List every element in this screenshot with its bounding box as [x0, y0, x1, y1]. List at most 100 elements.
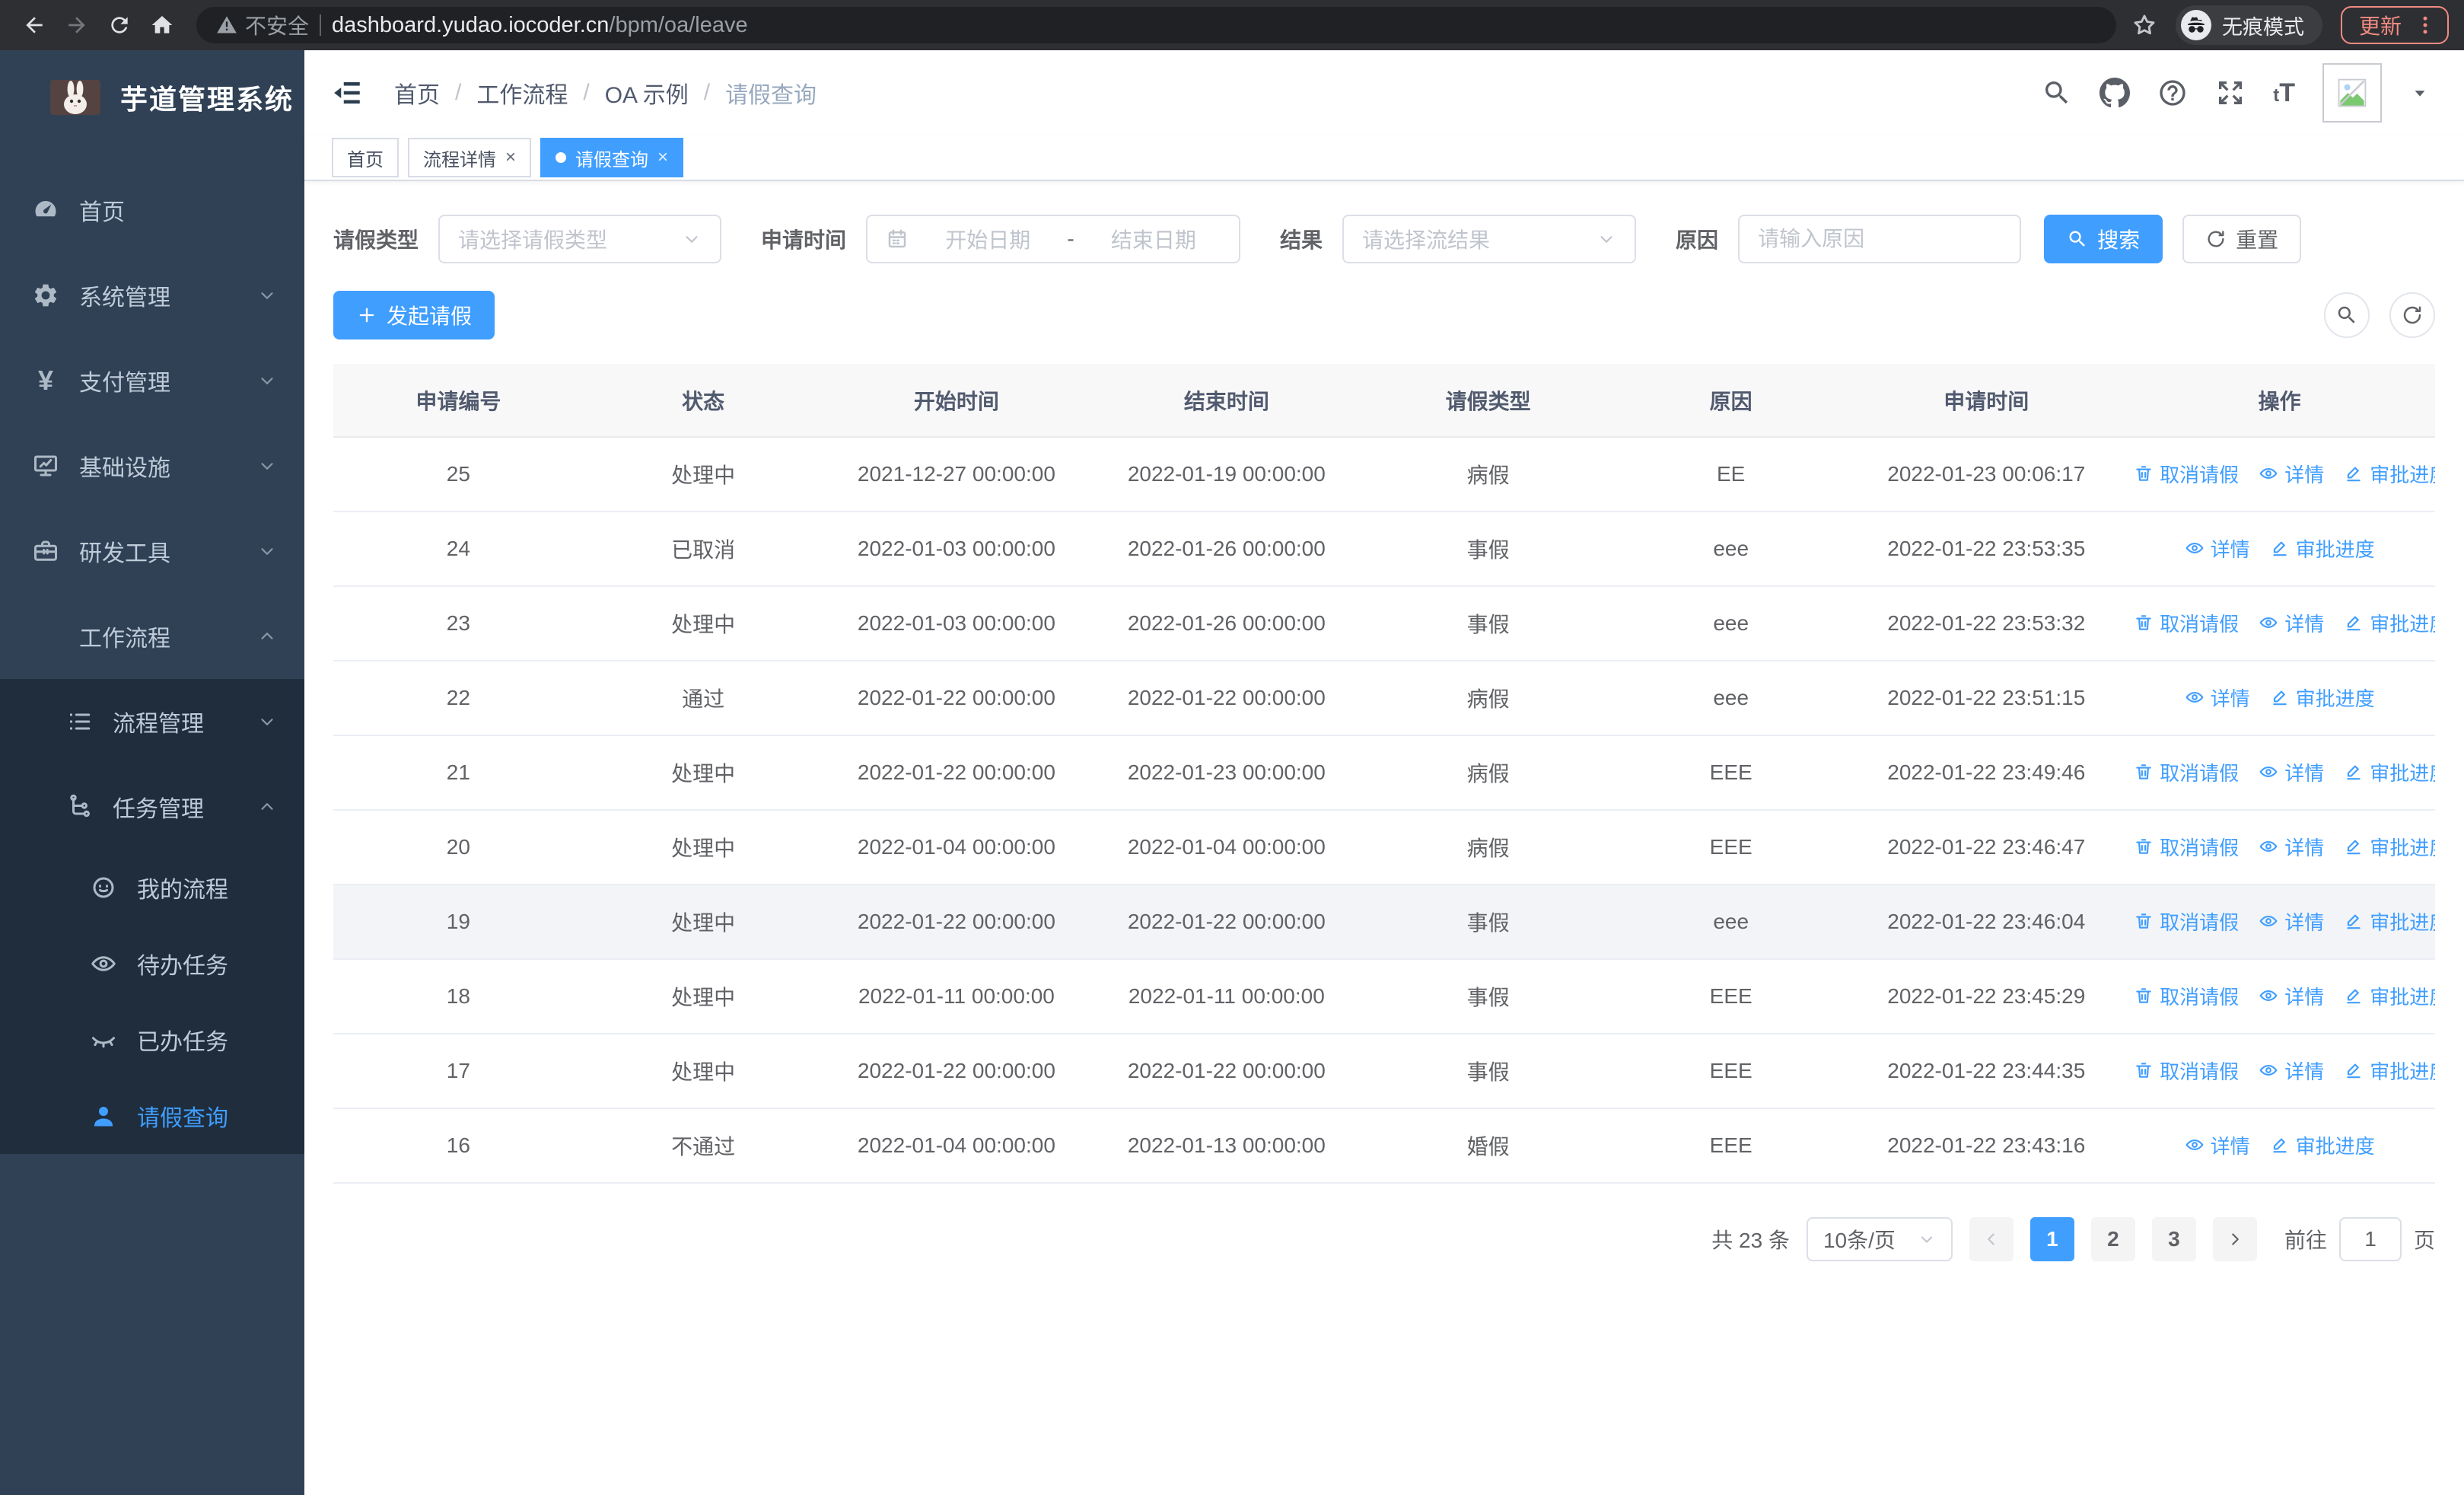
detail-link[interactable]: 详情 — [2185, 684, 2250, 712]
address-bar[interactable]: 不安全 dashboard.yudao.iocoder.cn/bpm/oa/le… — [196, 7, 2116, 43]
action-label: 取消请假 — [2160, 1060, 2240, 1083]
detail-link[interactable]: 详情 — [2259, 609, 2324, 637]
table-row[interactable]: 24 已取消 2022-01-03 00:00:00 2022-01-26 00… — [333, 512, 2435, 587]
detail-link[interactable]: 详情 — [2259, 460, 2324, 488]
table-row[interactable]: 17 处理中 2022-01-22 00:00:00 2022-01-22 00… — [333, 1034, 2435, 1109]
cancel-leave-link[interactable]: 取消请假 — [2134, 833, 2239, 861]
result-select[interactable]: 请选择流结果 — [1342, 215, 1637, 263]
cancel-leave-link[interactable]: 取消请假 — [2134, 609, 2239, 637]
header-search-button[interactable] — [2042, 78, 2072, 108]
cell-status: 不通过 — [583, 1108, 823, 1184]
search-button[interactable]: 搜索 — [2044, 215, 2163, 263]
sidebar-item-system-management[interactable]: 系统管理 — [0, 253, 304, 338]
progress-link[interactable]: 审批进度 — [2344, 1057, 2435, 1085]
cancel-leave-link[interactable]: 取消请假 — [2134, 1057, 2239, 1085]
security-badge[interactable]: 不安全 — [216, 10, 309, 40]
progress-link[interactable]: 审批进度 — [2344, 982, 2435, 1010]
table-row[interactable]: 25 处理中 2021-12-27 00:00:00 2022-01-19 00… — [333, 437, 2435, 512]
goto-page-input[interactable] — [2338, 1217, 2402, 1261]
browser-reload-button[interactable] — [100, 6, 138, 44]
tab-close-icon[interactable]: × — [657, 148, 668, 167]
progress-link[interactable]: 审批进度 — [2344, 609, 2435, 637]
progress-link[interactable]: 审批进度 — [2344, 907, 2435, 936]
reset-button[interactable]: 重置 — [2182, 215, 2302, 263]
create-leave-button[interactable]: 发起请假 — [333, 291, 495, 339]
progress-link[interactable]: 审批进度 — [2344, 460, 2435, 488]
breadcrumb-item[interactable]: 工作流程 — [476, 76, 568, 110]
app-logo[interactable]: 芋道管理系统 — [0, 50, 304, 145]
tab-close-icon[interactable]: × — [505, 148, 516, 167]
progress-link[interactable]: 审批进度 — [2344, 833, 2435, 861]
sidebar-item-task-management[interactable]: 任务管理 — [0, 764, 304, 850]
refresh-table-button[interactable] — [2389, 292, 2435, 338]
github-link[interactable] — [2099, 78, 2131, 108]
font-size-button[interactable]: tT — [2273, 80, 2295, 107]
breadcrumb-item[interactable]: OA 示例 — [605, 76, 689, 110]
user-avatar[interactable] — [2322, 63, 2382, 123]
update-button[interactable]: 更新 — [2340, 6, 2449, 44]
sidebar-item-home[interactable]: 首页 — [0, 167, 304, 253]
apply-time-range-picker[interactable]: 开始日期 - 结束日期 — [866, 215, 1241, 263]
cancel-leave-link[interactable]: 取消请假 — [2134, 982, 2239, 1010]
cancel-leave-link[interactable]: 取消请假 — [2134, 758, 2239, 786]
sidebar-item-payment-management[interactable]: ¥ 支付管理 — [0, 338, 304, 423]
leave-type-select[interactable]: 请选择请假类型 — [438, 215, 722, 263]
trash-icon — [2134, 911, 2154, 931]
sidebar-item-workflow[interactable]: 工作流程 — [0, 594, 304, 679]
next-page-button[interactable] — [2212, 1217, 2257, 1261]
tree-icon — [62, 793, 96, 821]
detail-link[interactable]: 详情 — [2259, 982, 2324, 1010]
page-button-1[interactable]: 1 — [2029, 1217, 2074, 1261]
progress-link[interactable]: 审批进度 — [2270, 534, 2375, 563]
reason-input[interactable] — [1738, 215, 2022, 263]
sidebar-item-todo-tasks[interactable]: 待办任务 — [0, 926, 304, 1002]
detail-link[interactable]: 详情 — [2185, 1131, 2250, 1159]
progress-link[interactable]: 审批进度 — [2270, 1131, 2375, 1159]
sidebar-item-done-tasks[interactable]: 已办任务 — [0, 1002, 304, 1078]
browser-home-button[interactable] — [143, 6, 181, 44]
cancel-leave-link[interactable]: 取消请假 — [2134, 460, 2239, 488]
show-search-toggle-button[interactable] — [2324, 292, 2370, 338]
search-icon — [2067, 228, 2088, 250]
help-button[interactable] — [2157, 78, 2188, 108]
table-row[interactable]: 18 处理中 2022-01-11 00:00:00 2022-01-11 00… — [333, 959, 2435, 1034]
sidebar-item-infrastructure[interactable]: 基础设施 — [0, 423, 304, 508]
sidebar-item-my-processes[interactable]: 我的流程 — [0, 850, 304, 926]
table-row[interactable]: 20 处理中 2022-01-04 00:00:00 2022-01-04 00… — [333, 810, 2435, 885]
trash-icon — [2134, 986, 2154, 1006]
table-row[interactable]: 23 处理中 2022-01-03 00:00:00 2022-01-26 00… — [333, 586, 2435, 661]
page-button-2[interactable]: 2 — [2090, 1217, 2135, 1261]
collapse-sidebar-button[interactable] — [332, 77, 364, 109]
prev-page-button[interactable] — [1969, 1217, 2014, 1261]
tab-process-detail[interactable]: 流程详情 × — [408, 138, 532, 177]
detail-link[interactable]: 详情 — [2259, 1057, 2324, 1085]
detail-link[interactable]: 详情 — [2259, 833, 2324, 861]
breadcrumb-item[interactable]: 首页 — [394, 76, 440, 110]
cancel-leave-link[interactable]: 取消请假 — [2134, 907, 2239, 936]
dots-vertical-icon[interactable] — [2414, 14, 2437, 37]
table-row[interactable]: 19 处理中 2022-01-22 00:00:00 2022-01-22 00… — [333, 885, 2435, 960]
tab-home[interactable]: 首页 — [332, 138, 399, 177]
table-row[interactable]: 22 通过 2022-01-22 00:00:00 2022-01-22 00:… — [333, 661, 2435, 736]
sidebar-item-process-management[interactable]: 流程管理 — [0, 679, 304, 764]
page-size-select[interactable]: 10条/页 — [1806, 1217, 1953, 1261]
progress-link[interactable]: 审批进度 — [2344, 758, 2435, 786]
sidebar-item-leave-query[interactable]: 请假查询 — [0, 1078, 304, 1154]
detail-link[interactable]: 详情 — [2185, 534, 2250, 563]
detail-link[interactable]: 详情 — [2259, 907, 2324, 936]
browser-back-button[interactable] — [15, 6, 53, 44]
progress-link[interactable]: 审批进度 — [2270, 684, 2375, 712]
column-header: 开始时间 — [823, 364, 1090, 438]
column-header: 操作 — [2124, 364, 2435, 438]
page-button-3[interactable]: 3 — [2151, 1217, 2196, 1261]
cell-reason: EEE — [1613, 959, 1849, 1034]
fullscreen-button[interactable] — [2215, 78, 2246, 108]
tab-leave-query[interactable]: 请假查询 × — [540, 138, 684, 177]
detail-link[interactable]: 详情 — [2259, 758, 2324, 786]
table-row[interactable]: 21 处理中 2022-01-22 00:00:00 2022-01-23 00… — [333, 735, 2435, 811]
table-row[interactable]: 16 不通过 2022-01-04 00:00:00 2022-01-13 00… — [333, 1108, 2435, 1184]
bookmark-star-button[interactable] — [2131, 12, 2157, 38]
user-menu-caret[interactable] — [2409, 82, 2431, 104]
sidebar-item-dev-tools[interactable]: 研发工具 — [0, 508, 304, 594]
browser-forward-button[interactable] — [58, 6, 96, 44]
